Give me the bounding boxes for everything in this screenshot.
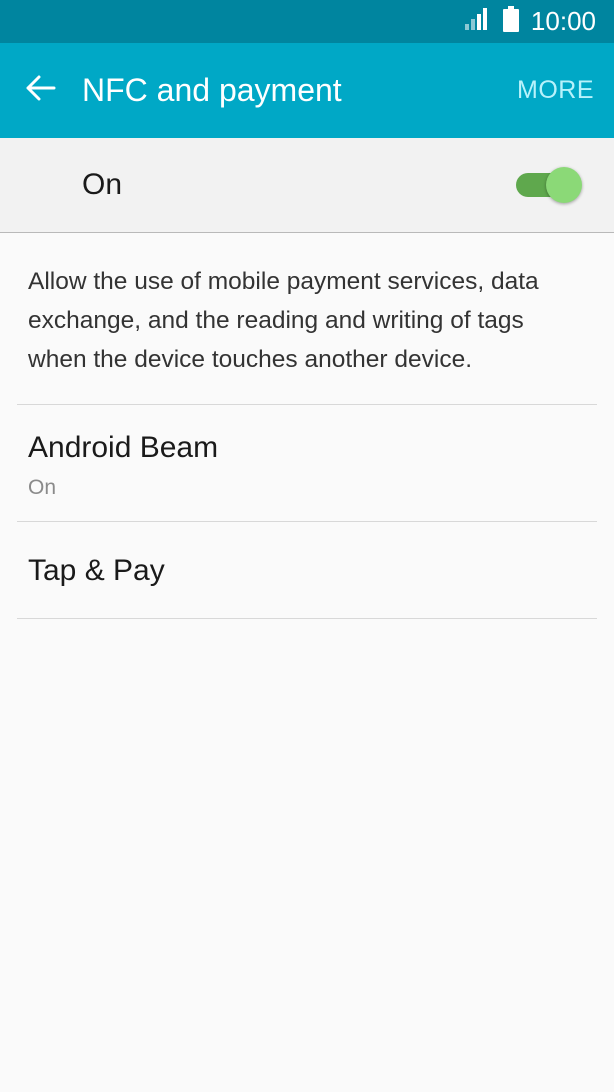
list-item-title: Android Beam xyxy=(28,431,219,464)
list-item-tap-and-pay[interactable]: Tap & Pay xyxy=(0,522,614,618)
list-item-title: Tap & Pay xyxy=(28,554,165,587)
master-switch-row[interactable]: On xyxy=(0,138,614,233)
more-button[interactable]: MORE xyxy=(501,76,614,105)
master-switch-label: On xyxy=(82,168,123,201)
list-item-subtitle: On xyxy=(28,476,57,499)
toggle-thumb xyxy=(546,167,582,203)
signal-bars-icon xyxy=(464,8,489,35)
page-title: NFC and payment xyxy=(82,72,342,108)
status-time: 10:00 xyxy=(530,6,596,36)
divider xyxy=(17,618,597,619)
arrow-left-icon xyxy=(26,75,56,106)
list-item-android-beam[interactable]: Android Beam On xyxy=(0,405,614,521)
status-bar: 10:00 xyxy=(0,0,614,43)
nfc-toggle[interactable] xyxy=(516,165,582,205)
nfc-description: Allow the use of mobile payment services… xyxy=(28,268,539,373)
app-bar: NFC and payment MORE xyxy=(0,43,614,138)
battery-icon xyxy=(502,6,519,37)
back-button[interactable] xyxy=(0,43,82,138)
